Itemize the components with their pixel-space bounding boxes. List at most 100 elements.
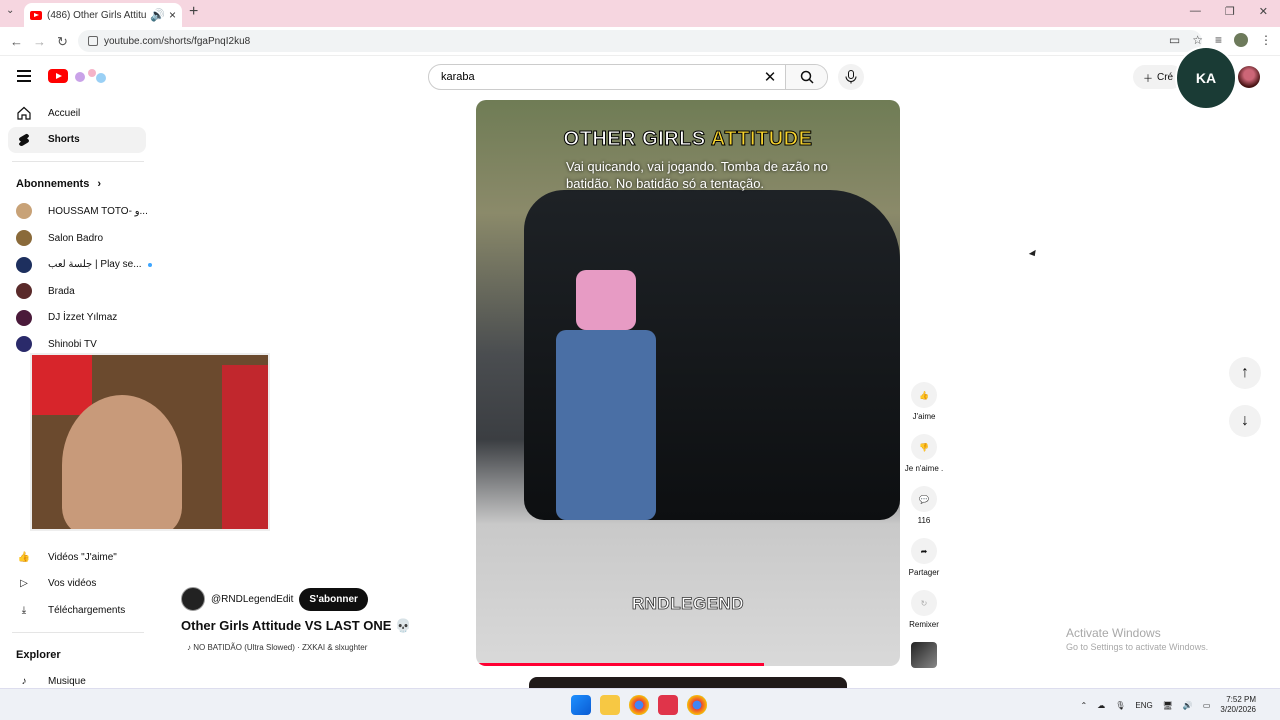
next-short-button[interactable]: ↓: [1229, 405, 1261, 437]
like-button[interactable]: 👍 J'aime: [904, 382, 944, 434]
voice-search-button[interactable]: [838, 64, 864, 90]
clock-date: 3/20/2026: [1220, 705, 1256, 714]
sidebar-item-label: Accueil: [48, 107, 81, 119]
sidebar-item-your-videos[interactable]: ▷ Vos vidéos: [0, 570, 156, 597]
previous-short-button[interactable]: ↑: [1229, 357, 1261, 389]
browser-tab[interactable]: (486) Other Girls Attitude V 🔊 ×: [24, 3, 182, 27]
webcam-overlay: [30, 353, 270, 531]
media-control-icon[interactable]: ≡: [1215, 33, 1222, 47]
language-indicator[interactable]: ENG: [1135, 701, 1152, 710]
chrome-icon[interactable]: [629, 695, 649, 715]
live-dot-icon: [147, 262, 152, 267]
shorts-video-player[interactable]: OTHER GIRLS ATTITUDE Vai quicando, vai j…: [476, 100, 900, 666]
thumbs-down-icon: 👎: [911, 434, 937, 460]
back-icon[interactable]: ←: [10, 34, 23, 49]
dislike-button[interactable]: 👎 Je n'aime .: [904, 434, 944, 486]
reload-icon[interactable]: ↻: [57, 34, 68, 50]
share-button[interactable]: ➦ Partager: [904, 538, 944, 590]
like-label: J'aime: [912, 412, 936, 421]
arrow-up-icon: ↑: [1241, 364, 1249, 381]
sidebar-item-downloads[interactable]: ⤓ Téléchargements: [0, 597, 156, 624]
clear-search-icon[interactable]: ✕: [755, 68, 785, 86]
close-window-icon[interactable]: ✕: [1259, 5, 1268, 18]
tab-search-icon[interactable]: ⌄: [6, 5, 14, 16]
account-avatar[interactable]: [1238, 66, 1260, 88]
music-chip[interactable]: ♪ NO BATIDÃO (Ultra Slowed) · ZXKAI & sl…: [181, 641, 374, 654]
chevron-up-icon[interactable]: ⌃: [1081, 701, 1088, 710]
sidebar-item-subscription[interactable]: جلسة لعب | Play se...: [0, 251, 156, 278]
network-icon[interactable]: 🖥: [1163, 701, 1173, 710]
address-bar-row: ← → ↻ youtube.com/shorts/fgaPnqI2ku8 ▭ ☆…: [0, 27, 1280, 56]
forward-icon[interactable]: →: [33, 34, 46, 49]
restore-icon[interactable]: ❐: [1225, 5, 1235, 18]
sidebar-item-shorts[interactable]: Shorts: [8, 126, 146, 154]
channel-name: HOUSSAM TOTO- و...: [48, 205, 148, 217]
chrome-active-icon[interactable]: [687, 695, 707, 715]
channel-name: جلسة لعب | Play se...: [48, 259, 142, 271]
subscriptions-header[interactable]: Abonnements ›: [0, 170, 156, 198]
sidebar-item-subscription[interactable]: Salon Badro: [0, 225, 156, 252]
microphone-tray-icon[interactable]: 🎙: [1115, 701, 1125, 710]
sidebar-item-liked-videos[interactable]: 👍 Vidéos "J'aime": [0, 544, 156, 571]
plus-icon: ＋: [1143, 73, 1153, 85]
channel-avatar: [16, 203, 32, 220]
action-bar: 👍 J'aime 👎 Je n'aime . 💬 116 ➦ Partager …: [904, 382, 944, 672]
comments-button[interactable]: 💬 116: [904, 486, 944, 538]
channel-avatar: [16, 336, 32, 353]
channel-avatar: [16, 283, 32, 300]
youtube-logo-icon[interactable]: [48, 69, 68, 83]
browser-menu-icon[interactable]: ⋮: [1260, 33, 1272, 47]
menu-icon[interactable]: [17, 70, 31, 85]
video-watermark: RNDLEGEND: [631, 594, 745, 614]
minimize-icon[interactable]: —: [1190, 5, 1201, 18]
chevron-right-icon: ›: [97, 178, 102, 191]
dislike-label: Je n'aime .: [904, 464, 944, 473]
site-info-icon[interactable]: [88, 36, 98, 46]
sidebar-item-subscription[interactable]: Brada: [0, 278, 156, 305]
video-progress-bar[interactable]: [476, 663, 765, 666]
doodle-icon[interactable]: [72, 67, 108, 85]
channel-avatar[interactable]: [181, 587, 205, 611]
clock[interactable]: 7:52 PM 3/20/2026: [1220, 695, 1256, 715]
sidebar-item-subscription[interactable]: DJ İzzet Yılmaz: [0, 305, 156, 332]
sound-thumbnail[interactable]: [904, 642, 944, 672]
app-icon[interactable]: [658, 695, 678, 715]
channel-name: Brada: [48, 285, 75, 297]
tab-close-icon[interactable]: ×: [169, 8, 176, 22]
subscribe-button[interactable]: S'abonner: [299, 587, 368, 611]
divider: [12, 631, 144, 633]
channel-handle[interactable]: @RNDLegendEdit: [211, 594, 293, 605]
activate-windows-line1: Activate Windows: [1066, 626, 1161, 640]
thumbs-up-icon: 👍: [17, 551, 31, 563]
url-field[interactable]: youtube.com/shorts/fgaPnqI2ku8: [78, 30, 1202, 52]
cast-icon[interactable]: ▭: [1169, 33, 1180, 47]
profile-avatar[interactable]: [1234, 33, 1248, 47]
search-input[interactable]: [441, 71, 755, 83]
activate-windows-line2: Go to Settings to activate Windows.: [1066, 642, 1209, 652]
divider: [12, 161, 144, 163]
share-label: Partager: [908, 568, 940, 577]
sidebar-item-label: Téléchargements: [48, 604, 126, 616]
start-icon[interactable]: [571, 695, 591, 715]
sidebar-item-label: Vos vidéos: [48, 578, 97, 590]
new-tab-button[interactable]: +: [189, 3, 198, 21]
channel-name: Shinobi TV: [48, 338, 97, 350]
remix-button[interactable]: ↻ Remixer: [904, 590, 944, 642]
sidebar-item-subscription[interactable]: HOUSSAM TOTO- و...: [0, 198, 156, 225]
bookmark-star-icon[interactable]: ☆: [1192, 33, 1203, 47]
tab-title: (486) Other Girls Attitude V: [47, 9, 147, 21]
next-short-preview[interactable]: [529, 677, 847, 688]
file-explorer-icon[interactable]: [600, 695, 620, 715]
download-icon: ⤓: [21, 604, 27, 616]
search-button[interactable]: [785, 65, 827, 89]
cloud-icon[interactable]: ☁: [1097, 701, 1105, 710]
tab-audio-icon[interactable]: 🔊: [150, 8, 165, 22]
create-label: Cré: [1157, 71, 1174, 83]
video-title[interactable]: Other Girls Attitude VS LAST ONE 💀: [181, 618, 411, 634]
browser-tab-bar: ⌄ (486) Other Girls Attitude V 🔊 × + — ❐…: [0, 0, 1280, 27]
volume-icon[interactable]: 🔊: [1183, 701, 1193, 710]
battery-icon[interactable]: ▭: [1203, 701, 1211, 710]
sidebar-item-home[interactable]: Accueil: [0, 100, 156, 127]
video-overlay-title: OTHER GIRLS ATTITUDE: [476, 128, 900, 151]
explore-header: Explorer: [0, 641, 156, 669]
